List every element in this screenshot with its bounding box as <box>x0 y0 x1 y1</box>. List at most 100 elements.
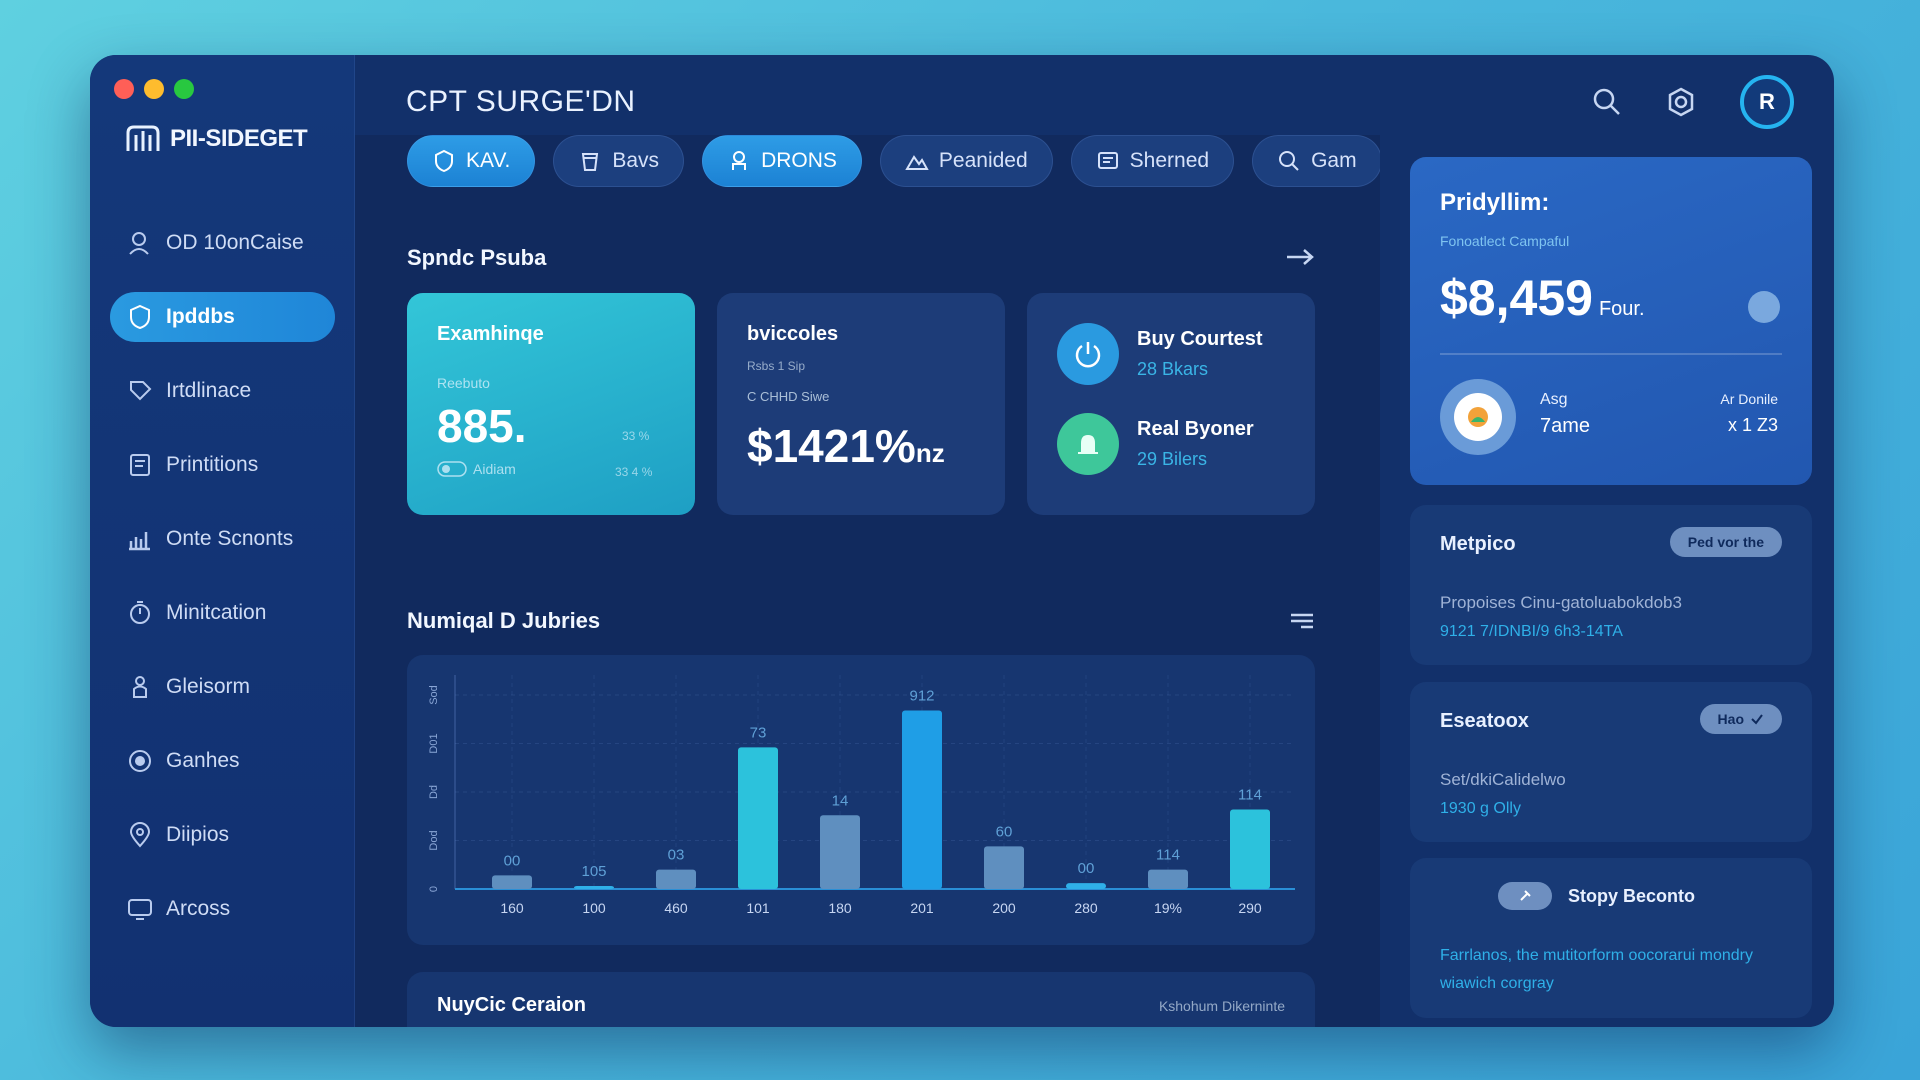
info-icon[interactable] <box>1748 291 1780 323</box>
timer-icon <box>130 601 150 624</box>
bar-value-label: 114 <box>1156 847 1180 864</box>
card-subtitle: Rsbs 1 Sip <box>747 359 806 373</box>
stat-card-examhinqe[interactable]: Examhinqe Reebuto 885. Aidiam 33 % 33 4 … <box>407 293 695 515</box>
promo-value-right: x 1 Z3 <box>1727 415 1778 435</box>
promo-avatar <box>1440 379 1516 455</box>
sidebar-item-3[interactable]: Printitions <box>110 440 335 490</box>
buyer-sub: 28 Bkars <box>1137 359 1209 379</box>
x-tick-label: 180 <box>828 900 852 916</box>
user-search-icon <box>129 232 149 255</box>
promo-value-row: $8,459 Four. <box>1440 269 1645 327</box>
sidebar-item-4[interactable]: Onte Scnonts <box>110 514 335 564</box>
promo-divider <box>1440 353 1782 355</box>
buyer-sub: 29 Bilers <box>1137 449 1208 469</box>
sidebar-item-9[interactable]: Arcoss <box>110 884 335 934</box>
tab-drons[interactable]: DRONS <box>702 135 862 187</box>
sidebar-item-8[interactable]: Diipios <box>110 810 335 860</box>
menu-icon[interactable] <box>1287 610 1317 630</box>
promo-value: $8,459 <box>1440 270 1593 326</box>
app-logo[interactable]: PII-SIDEGET <box>124 123 308 155</box>
sidebar-item-0[interactable]: OD 10onCaise <box>110 218 335 268</box>
tab-gam[interactable]: Gam <box>1252 135 1382 187</box>
tab-peanided[interactable]: Peanided <box>879 135 1053 187</box>
stat-card-bviccoles[interactable]: bviccoles Rsbs 1 Sip C CHHD Siwe $1421%n… <box>717 293 1005 515</box>
sidebar-item-label: OD 10onCaise <box>166 231 304 254</box>
bar-value-label: 912 <box>909 688 934 705</box>
side-card-story[interactable]: Stopy Beconto Farrlanos, the mutitorform… <box>1410 858 1812 1018</box>
app-window: PII-SIDEGET OD 10onCaise Ipddbs Irtdlina… <box>90 55 1834 1027</box>
bar <box>738 747 778 889</box>
bar <box>1066 883 1106 889</box>
sidebar-item-label: Onte Scnonts <box>166 527 294 550</box>
side-card-link[interactable]: 1930 g Olly <box>1440 800 1521 818</box>
logo-icon <box>126 125 160 151</box>
tab-label: Gam <box>1311 149 1357 172</box>
sidebar-item-7[interactable]: Ganhes <box>110 736 335 786</box>
bar <box>820 815 860 889</box>
stat-card-buyers: Buy Courtest 28 Bkars Real Byoner 29 Bil… <box>1027 293 1315 515</box>
pill-label: Hao <box>1717 711 1744 727</box>
maximize-window-button[interactable] <box>174 79 194 99</box>
tab-bavs[interactable]: Bavs <box>553 135 685 187</box>
header-actions: R <box>1592 75 1794 129</box>
side-card-eseatoox[interactable]: Eseatoox Hao Set/dkiCalidelwo 1930 g Oll… <box>1410 682 1812 842</box>
bar-value-label: 60 <box>996 823 1013 840</box>
sidebar-item-label: Ganhes <box>166 749 240 772</box>
x-tick-label: 280 <box>1074 900 1098 916</box>
arrow-right-icon[interactable] <box>1285 247 1315 267</box>
story-toggle[interactable] <box>1498 882 1552 910</box>
tab-label: KAV. <box>466 149 511 172</box>
bar <box>1148 869 1188 889</box>
tab-label: Bavs <box>612 149 660 172</box>
page-title: CPT SURGE'DN <box>406 85 636 118</box>
minimize-window-button[interactable] <box>144 79 164 99</box>
card-value: $1421%nz <box>747 419 945 473</box>
tab-kav[interactable]: KAV. <box>407 135 536 187</box>
shield-icon <box>435 149 453 173</box>
story-header: Stopy Beconto <box>1498 882 1695 910</box>
close-window-button[interactable] <box>114 79 134 99</box>
bar <box>574 886 614 889</box>
promo-title: Pridyllim: <box>1440 189 1550 216</box>
settings-gear-icon[interactable] <box>1666 87 1696 117</box>
user-avatar[interactable]: R <box>1740 75 1794 129</box>
search-icon[interactable] <box>1592 87 1622 117</box>
monitor-icon <box>128 899 152 920</box>
y-tick-label: D01 <box>428 733 440 753</box>
sidebar-item-label: Arcoss <box>166 897 231 920</box>
bar-value-label: 03 <box>668 847 685 864</box>
sidebar-item-6[interactable]: Gleisorm <box>110 662 335 712</box>
person-icon <box>133 676 147 698</box>
x-tick-label: 100 <box>582 900 606 916</box>
bar-chart: 0 Dod Dd D01 Sod 00 160 105 100 03 460 73 101 14 180 91… <box>428 675 1295 916</box>
search-icon <box>1279 151 1299 171</box>
y-tick-label: Dd <box>428 785 440 799</box>
sidebar-item-5[interactable]: Minitcation <box>110 588 335 638</box>
x-tick-label: 460 <box>664 900 688 916</box>
side-card-metpico[interactable]: Metpico Ped vor the Propoises Cinu-gatol… <box>1410 505 1812 665</box>
x-tick-label: 200 <box>992 900 1016 916</box>
bar-chart-icon <box>129 532 150 551</box>
side-card-pill[interactable]: Ped vor the <box>1669 527 1782 557</box>
promo-card[interactable]: Pridyllim: Fonoatlect Campaful $8,459 Fo… <box>1410 157 1812 485</box>
card-subtitle: Reebuto <box>437 375 490 391</box>
card-mini-stat: 33 4 % <box>615 465 653 479</box>
buyer-row[interactable]: Real Byoner 29 Bilers <box>1057 413 1254 475</box>
side-card-pill[interactable]: Hao <box>1699 704 1782 734</box>
bar <box>984 846 1024 889</box>
buyer-row[interactable]: Buy Courtest 28 Bkars <box>1057 323 1263 385</box>
side-card-link[interactable]: 9121 7/IDNBI/9 6h3-14TA <box>1440 623 1623 641</box>
promo-subtitle: Fonoatlect Campaful <box>1440 233 1570 249</box>
bottom-card-meta: Kshohum Dikerninte <box>1158 998 1285 1014</box>
sidebar-item-2[interactable]: Irtdlinace <box>110 366 335 416</box>
tab-sherned[interactable]: Sherned <box>1070 135 1235 187</box>
tab-label: Peanided <box>938 149 1028 172</box>
card-mini-stat: 33 % <box>622 429 650 443</box>
bar <box>656 869 696 889</box>
sidebar-item-1[interactable]: Ipddbs <box>110 292 335 342</box>
document-icon <box>130 454 150 476</box>
bar-value-label: 00 <box>1078 860 1095 877</box>
y-tick-label: Sod <box>428 685 440 705</box>
sidebar-item-label: Irtdlinace <box>166 379 252 402</box>
sidebar: PII-SIDEGET OD 10onCaise Ipddbs Irtdlina… <box>90 55 355 1027</box>
